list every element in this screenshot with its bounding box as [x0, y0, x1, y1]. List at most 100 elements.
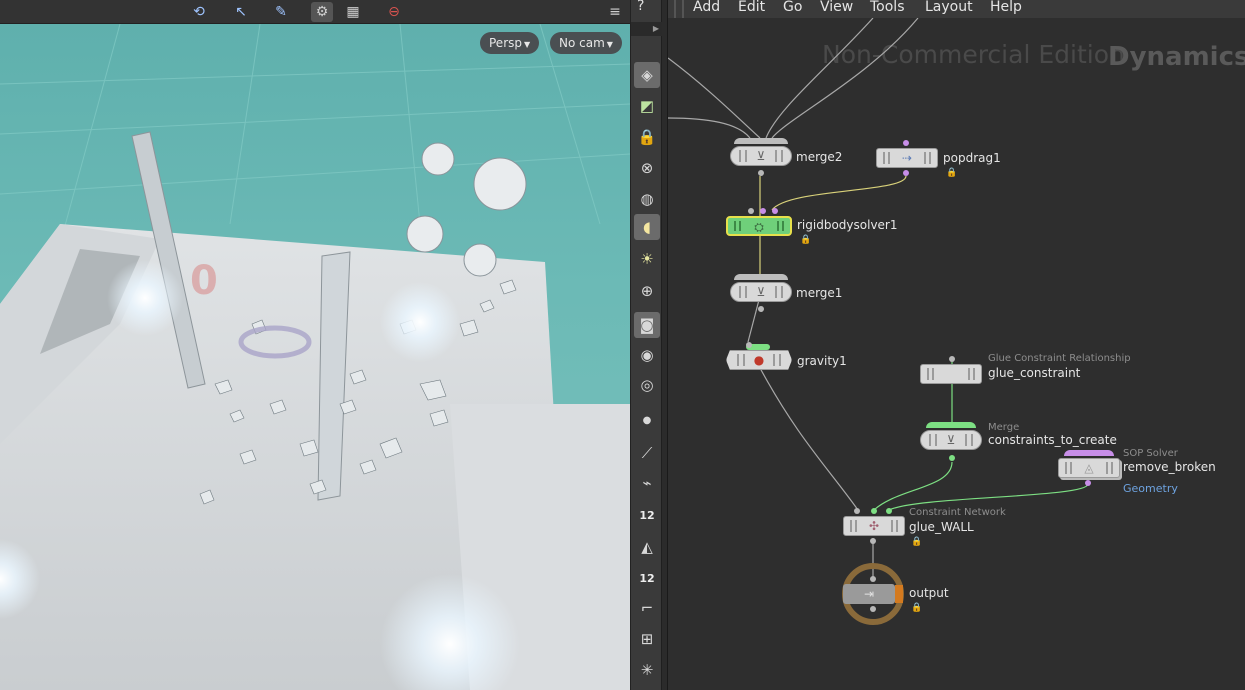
input-port[interactable]: [760, 208, 766, 214]
node-stripe: [739, 286, 741, 298]
menu-add[interactable]: Add: [693, 0, 720, 15]
node-output[interactable]: ⇥: [843, 584, 895, 604]
node-merge2[interactable]: ⊻: [730, 146, 792, 166]
menu-tools[interactable]: Tools: [870, 0, 905, 15]
target-icon[interactable]: ⊕: [634, 278, 660, 304]
transform-icon[interactable]: ⊞: [634, 626, 660, 652]
node-stripe: [745, 286, 747, 298]
input-port[interactable]: [870, 576, 876, 582]
lock-icon[interactable]: 🔒: [634, 124, 660, 150]
number-icon[interactable]: 12: [634, 564, 660, 590]
dot-icon[interactable]: ●: [634, 408, 660, 434]
node-stripe: [927, 368, 929, 380]
ghost-icon[interactable]: ◩: [634, 93, 660, 119]
node-gravity1[interactable]: ●: [726, 350, 792, 370]
camera-icon[interactable]: ⊗: [634, 155, 660, 181]
viewport-toolbar: ⟲ ↖ ✎ ⚙ ▦ ⊖ ≡ ?: [0, 0, 630, 24]
node-stripe: [775, 286, 777, 298]
node-stripe: [734, 221, 736, 231]
camera-view-menu[interactable]: Persp ▼: [480, 32, 540, 54]
output-port[interactable]: [903, 170, 909, 176]
input-port[interactable]: [748, 208, 754, 214]
node-merge1[interactable]: ⊻: [730, 282, 792, 302]
angle-icon[interactable]: ⌐: [634, 595, 660, 621]
camera-object-label: No cam: [559, 36, 605, 50]
handle-icon[interactable]: ↖: [230, 2, 252, 22]
shelf-scroll-arrow[interactable]: ▶: [631, 22, 663, 36]
node-rigidbodysolver1[interactable]: ⛭: [726, 216, 792, 236]
light-icon[interactable]: ◖: [634, 214, 660, 240]
menu-grip[interactable]: [674, 0, 684, 18]
node-context-label[interactable]: Geometry: [1123, 482, 1178, 495]
display-options-icon[interactable]: ≡: [604, 2, 626, 22]
sphere-icon[interactable]: ◍: [634, 186, 660, 212]
solver-icon: ◬: [1084, 461, 1094, 475]
node-stripe: [924, 152, 926, 164]
output-port[interactable]: [1085, 480, 1091, 486]
node-remove-broken[interactable]: ◬: [1058, 458, 1120, 478]
output-port[interactable]: [758, 170, 764, 176]
lock-icon: 🔒: [911, 537, 923, 547]
brush-icon[interactable]: ⟋: [634, 440, 660, 466]
node-label: glue_WALL: [909, 520, 974, 534]
node-stripe: [973, 368, 975, 380]
node-stripe: [850, 520, 852, 532]
eye-lock-icon[interactable]: ◎: [634, 372, 660, 398]
menu-layout[interactable]: Layout: [925, 0, 973, 15]
input-port[interactable]: [871, 508, 877, 514]
output-icon: ⇥: [863, 587, 875, 601]
eye-icon[interactable]: ◉: [634, 342, 660, 368]
input-port[interactable]: [886, 508, 892, 514]
scene-viewport[interactable]: 0 Persp ▼ No cam ▼: [0, 24, 630, 690]
menu-edit[interactable]: Edit: [738, 0, 765, 15]
input-port[interactable]: [746, 342, 752, 348]
lock-icon: 🔒: [800, 235, 812, 245]
select-icon[interactable]: ⟲: [188, 2, 210, 22]
bulb-icon[interactable]: ☀: [634, 246, 660, 272]
node-stripe: [745, 150, 747, 162]
help-icon[interactable]: ?: [637, 0, 644, 14]
checker-icon[interactable]: ◙: [634, 312, 660, 338]
menu-help[interactable]: Help: [990, 0, 1022, 15]
node-stripe: [971, 434, 973, 446]
input-port[interactable]: [949, 356, 955, 362]
node-type-label: Constraint Network: [909, 507, 1006, 518]
node-label: merge1: [796, 286, 843, 300]
output-port[interactable]: [758, 306, 764, 312]
network-icon: ✣: [868, 519, 880, 533]
input-port[interactable]: [772, 208, 778, 214]
node-stripe: [888, 152, 890, 164]
probe-icon[interactable]: ⌁: [634, 470, 660, 496]
node-stripe: [965, 434, 967, 446]
node-stripe: [779, 354, 781, 366]
node-stripe: [935, 434, 937, 446]
render-flag[interactable]: [895, 585, 903, 603]
grid-icon[interactable]: ▦: [342, 2, 364, 22]
network-editor[interactable]: Non-Commercial Edition Dynamics ⊻ merge2…: [668, 18, 1245, 690]
output-port[interactable]: [870, 538, 876, 544]
wireframe-icon[interactable]: ◈: [634, 62, 660, 88]
menu-view[interactable]: View: [820, 0, 853, 15]
node-constraints-to-create[interactable]: ⊻: [920, 430, 982, 450]
eraser-icon[interactable]: ◭: [634, 534, 660, 560]
menu-go[interactable]: Go: [783, 0, 802, 15]
snap-icon[interactable]: ⚙: [311, 2, 333, 22]
stop-icon[interactable]: ⊖: [383, 2, 405, 22]
merge-icon: ⊻: [756, 285, 766, 299]
input-port[interactable]: [903, 140, 909, 146]
node-stripe: [1106, 462, 1108, 474]
node-glue-wall[interactable]: ✣: [843, 516, 905, 536]
output-port[interactable]: [949, 455, 955, 461]
node-type-label: SOP Solver: [1123, 448, 1178, 459]
output-port[interactable]: [870, 606, 876, 612]
pivot-icon[interactable]: ✳: [634, 657, 660, 683]
node-stripe: [891, 520, 893, 532]
camera-object-menu[interactable]: No cam ▼: [550, 32, 622, 54]
paint-icon[interactable]: ✎: [270, 2, 292, 22]
node-stripe: [739, 221, 741, 231]
input-port[interactable]: [854, 508, 860, 514]
node-popdrag1[interactable]: ⇢: [876, 148, 938, 168]
node-glue-constraint[interactable]: [920, 364, 982, 384]
number-icon[interactable]: 12: [634, 501, 660, 527]
node-stripe: [929, 152, 931, 164]
